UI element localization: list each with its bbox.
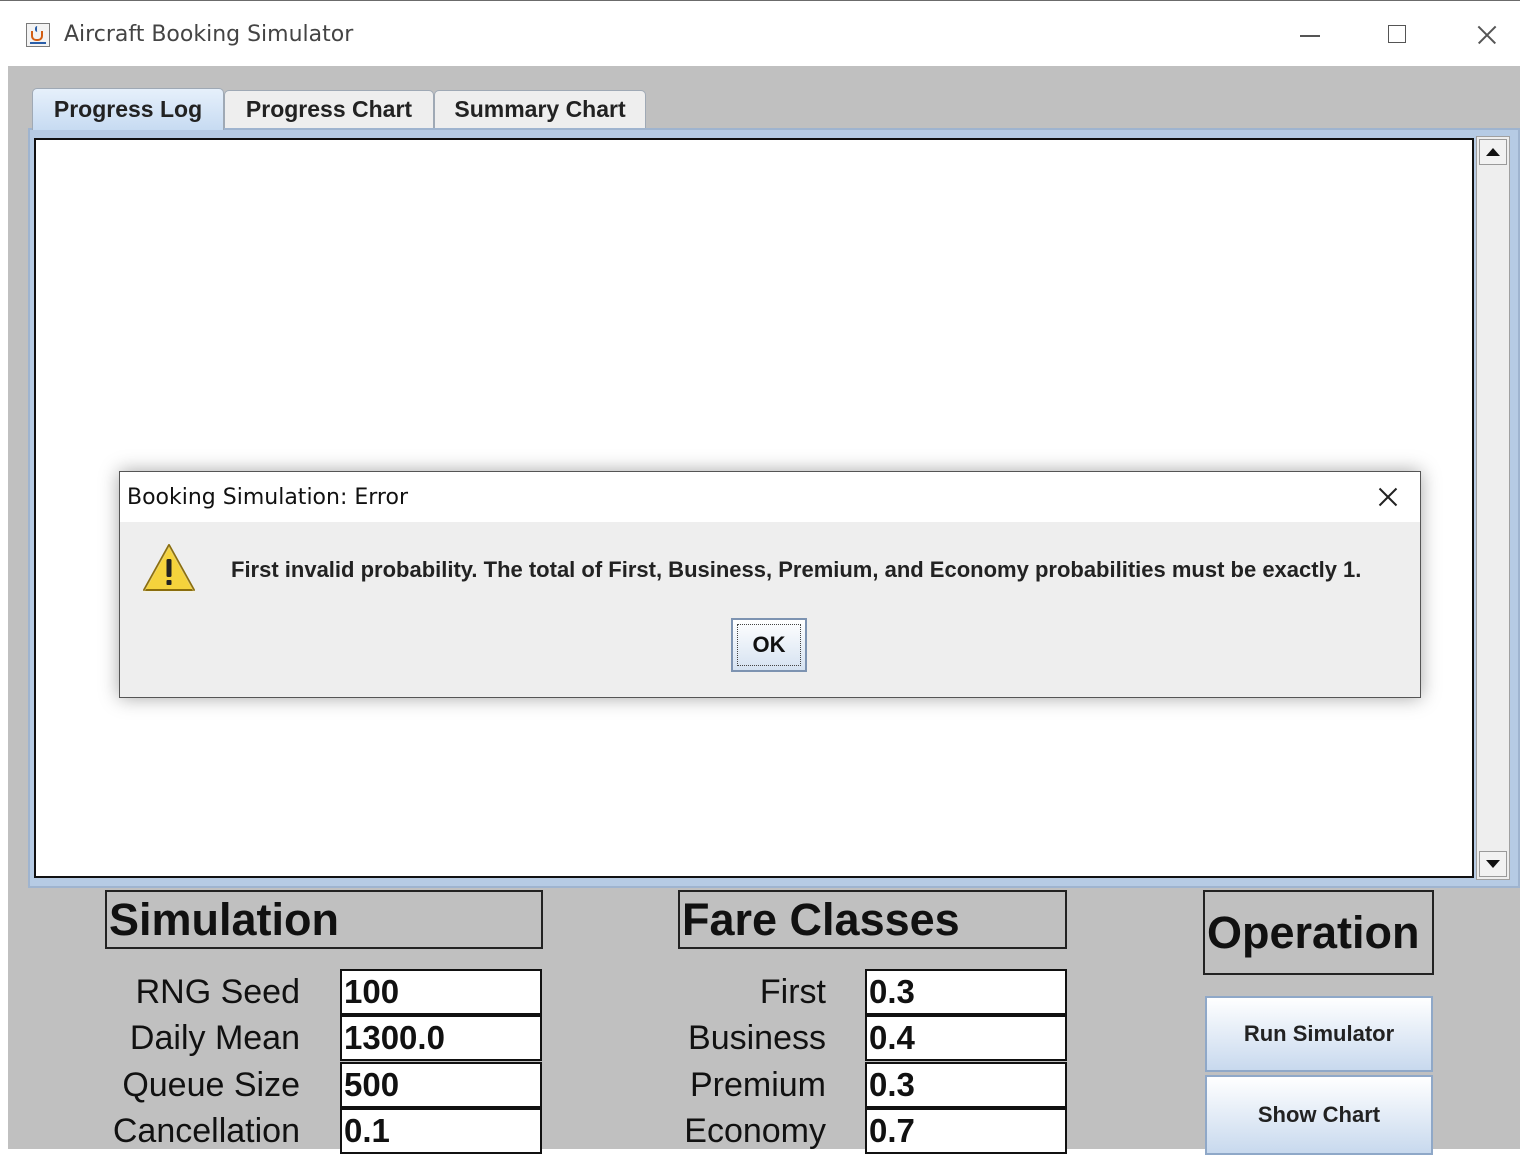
maximize-icon[interactable] [1376, 15, 1420, 55]
economy-input[interactable] [865, 1108, 1067, 1154]
first-input[interactable] [865, 969, 1067, 1015]
first-label: First [759, 973, 826, 1011]
window-titlebar: Aircraft Booking Simulator [0, 0, 1520, 67]
business-label: Business [688, 1019, 826, 1057]
daily-mean-label: Daily Mean [129, 1019, 300, 1057]
premium-input[interactable] [865, 1062, 1067, 1108]
error-dialog: Booking Simulation: Error First invalid … [119, 471, 1421, 698]
java-cup-icon [26, 23, 50, 47]
rng-seed-label: RNG Seed [135, 973, 300, 1011]
queue-size-label: Queue Size [122, 1066, 300, 1104]
show-chart-button[interactable]: Show Chart [1205, 1075, 1433, 1155]
scroll-up-icon[interactable] [1479, 139, 1507, 165]
cancellation-input[interactable] [340, 1108, 542, 1154]
ok-button[interactable]: OK [731, 618, 807, 672]
tab-progress-chart[interactable]: Progress Chart [224, 90, 434, 128]
warning-icon [143, 544, 195, 593]
window-title: Aircraft Booking Simulator [64, 22, 354, 47]
queue-size-input[interactable] [340, 1062, 542, 1108]
tab-progress-log[interactable]: Progress Log [32, 88, 224, 130]
run-simulator-button[interactable]: Run Simulator [1205, 996, 1433, 1072]
scroll-down-icon[interactable] [1479, 851, 1507, 877]
minimize-icon[interactable] [1288, 15, 1332, 55]
dialog-message: First invalid probability. The total of … [231, 557, 1362, 582]
simulation-header: Simulation [105, 890, 543, 949]
dialog-title: Booking Simulation: Error [127, 485, 408, 510]
premium-label: Premium [689, 1066, 826, 1104]
cancellation-label: Cancellation [112, 1112, 300, 1150]
rng-seed-input[interactable] [340, 969, 542, 1015]
close-window-icon[interactable] [1465, 15, 1509, 55]
dialog-titlebar: Booking Simulation: Error [120, 472, 1420, 522]
economy-label: Economy [684, 1112, 826, 1150]
daily-mean-input[interactable] [340, 1015, 542, 1061]
business-input[interactable] [865, 1015, 1067, 1061]
vertical-scrollbar[interactable] [1476, 136, 1510, 880]
fare-classes-header: Fare Classes [678, 890, 1067, 949]
operation-header: Operation [1203, 890, 1434, 975]
dialog-close-icon[interactable] [1372, 482, 1404, 512]
tab-summary-chart[interactable]: Summary Chart [434, 90, 646, 128]
